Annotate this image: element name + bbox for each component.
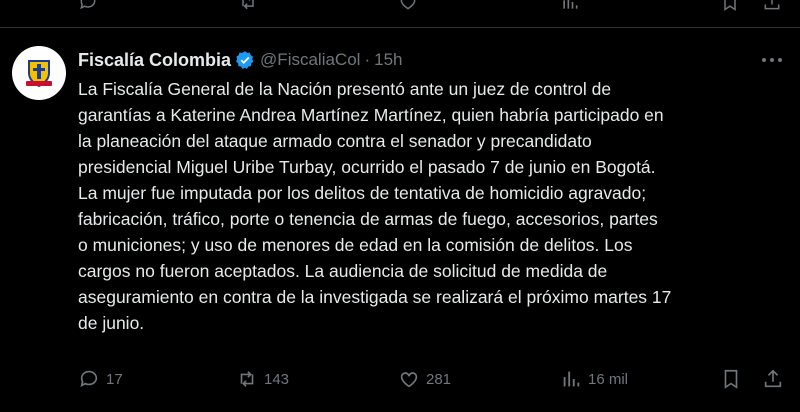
prev-reply-button[interactable] — [78, 0, 98, 12]
verified-badge-icon — [236, 51, 254, 69]
prev-like-button[interactable] — [398, 0, 418, 12]
tweet-text: La Fiscalía General de la Nación present… — [78, 79, 672, 333]
reply-icon — [80, 0, 96, 10]
post-divider — [0, 27, 800, 28]
prev-views-button[interactable] — [560, 0, 580, 12]
reply-button[interactable]: 17 — [78, 368, 123, 390]
bookmark-icon — [724, 0, 736, 11]
views-button[interactable]: 16 mil — [560, 368, 628, 390]
repost-button[interactable]: 143 — [236, 368, 289, 390]
separator-dot: · — [364, 50, 371, 69]
views-icon — [563, 371, 580, 387]
tweet-actions: 17 143 281 16 mil — [78, 368, 788, 394]
reply-icon — [80, 370, 98, 387]
timestamp[interactable]: 15h — [374, 50, 402, 70]
repost-icon — [242, 0, 254, 10]
author-handle[interactable]: @FiscaliaCol — [260, 50, 360, 70]
author-name[interactable]: Fiscalía Colombia — [78, 50, 231, 71]
prev-share-button[interactable] — [762, 0, 782, 12]
more-dots-icon — [762, 58, 782, 62]
bookmark-icon — [724, 369, 738, 389]
like-button[interactable]: 281 — [398, 368, 451, 390]
views-icon — [563, 0, 578, 9]
repost-count: 143 — [264, 370, 290, 388]
more-options-button[interactable] — [760, 50, 784, 70]
repost-icon — [240, 371, 254, 387]
prev-repost-button[interactable] — [238, 0, 258, 12]
heart-icon — [400, 372, 418, 388]
avatar[interactable] — [12, 46, 66, 100]
avatar-red-bar — [26, 81, 52, 86]
share-icon — [764, 0, 780, 10]
heart-icon — [400, 0, 416, 10]
prev-bookmark-button[interactable] — [720, 0, 740, 12]
previous-post-actions — [0, 0, 800, 14]
share-button[interactable] — [762, 368, 784, 390]
share-icon — [764, 369, 782, 388]
tweet-header: Fiscalía Colombia @FiscaliaCol · 15h — [78, 48, 402, 72]
views-count: 16 mil — [588, 370, 629, 388]
reply-count: 17 — [106, 370, 123, 388]
bookmark-button[interactable] — [720, 368, 742, 390]
like-count: 281 — [426, 370, 452, 388]
